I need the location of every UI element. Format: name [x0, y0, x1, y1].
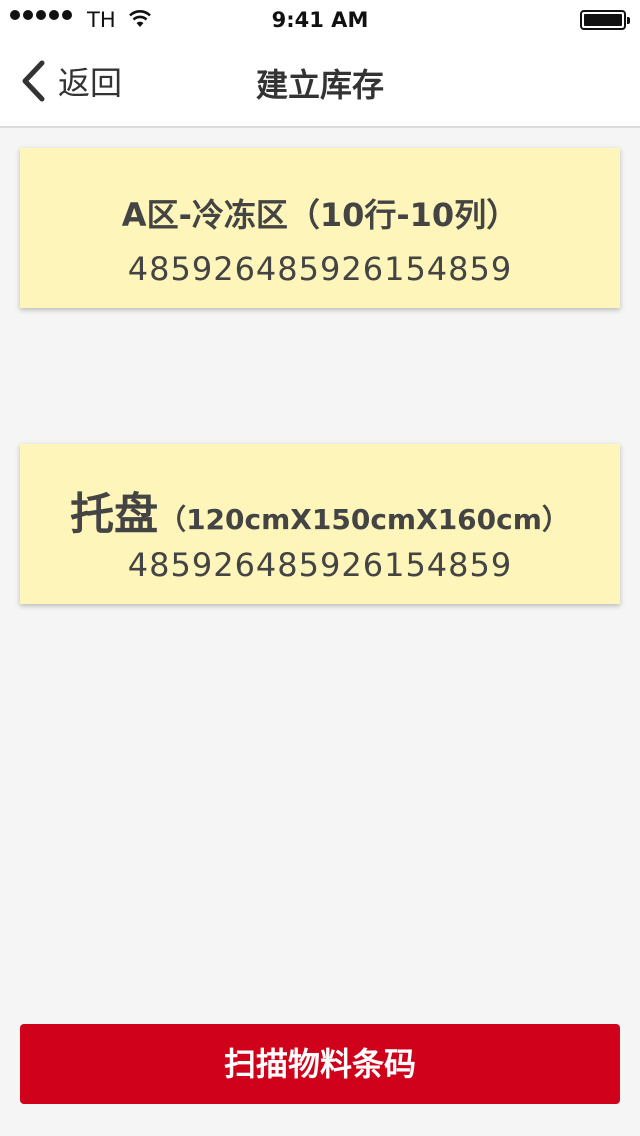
pallet-code: 485926485926154859: [127, 546, 513, 584]
location-title: A区-冷冻区（10行-10列）: [121, 196, 519, 234]
status-bar: TH 9:41 AM: [0, 0, 640, 40]
navigation-bar: 返回 建立库存: [0, 40, 640, 128]
pallet-card[interactable]: 托盘（120cmX150cmX160cm） 485926485926154859: [20, 444, 620, 604]
scan-material-barcode-button[interactable]: 扫描物料条码: [20, 1024, 620, 1104]
battery-icon: [580, 10, 630, 30]
location-card[interactable]: A区-冷冻区（10行-10列） 485926485926154859: [20, 148, 620, 308]
status-time: 9:41 AM: [271, 8, 369, 32]
page-title: 建立库存: [255, 66, 384, 104]
pallet-title: 托盘（120cmX150cmX160cm）: [20, 478, 620, 542]
location-code: 485926485926154859: [127, 250, 513, 288]
pallet-name: 托盘: [70, 489, 159, 540]
pallet-dimensions: （120cmX150cmX160cm）: [158, 503, 570, 536]
